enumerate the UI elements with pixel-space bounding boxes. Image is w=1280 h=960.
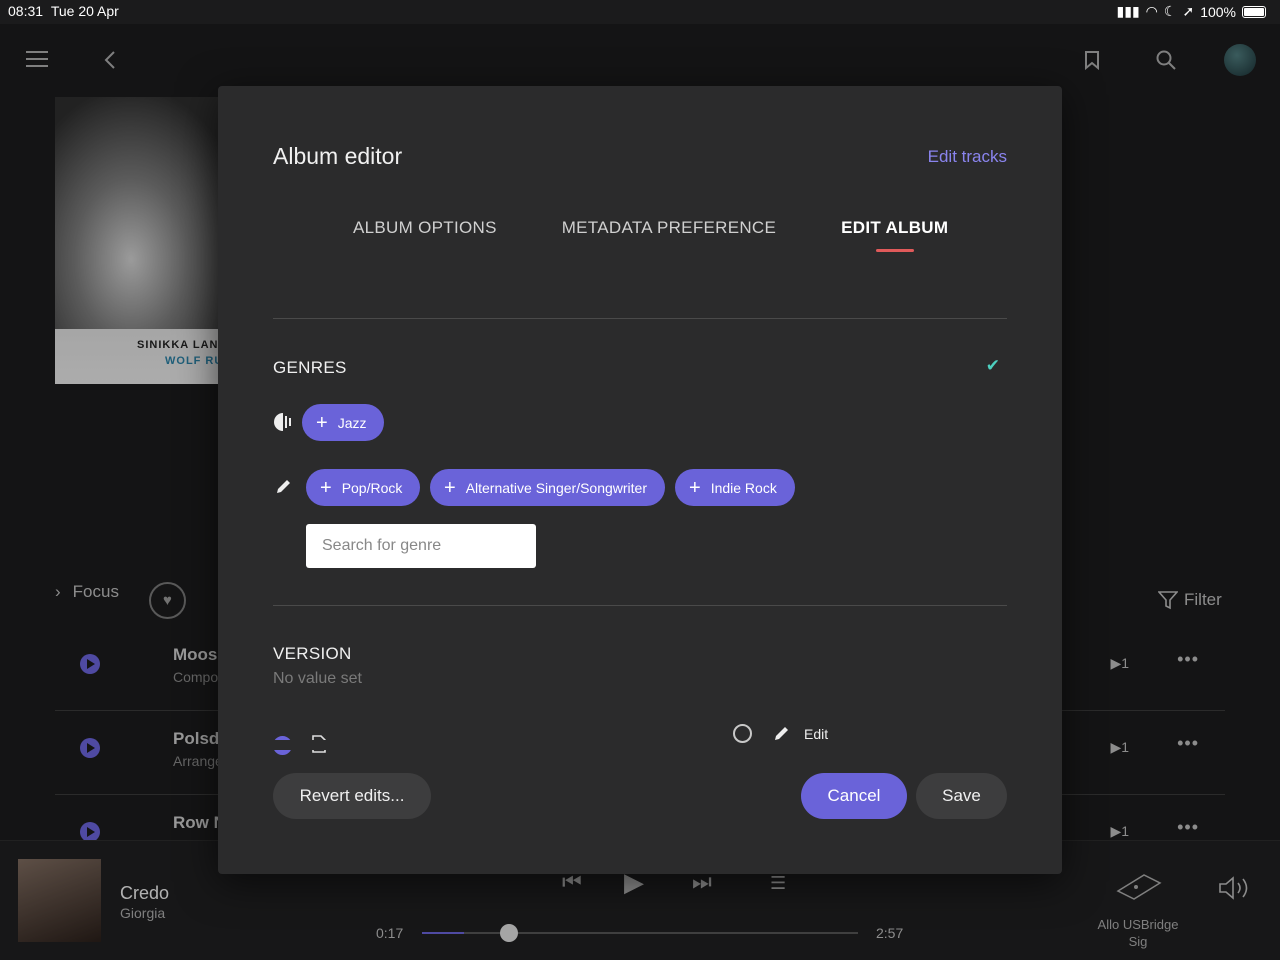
signal-icon: ▮▮▮ bbox=[1116, 3, 1140, 19]
version-value: No value set bbox=[273, 670, 362, 687]
status-right: ▮▮▮ ◠ ☾ ➚ 100% bbox=[1117, 3, 1266, 20]
version-radio-edit[interactable] bbox=[733, 724, 752, 743]
chip-label: Jazz bbox=[337, 414, 367, 431]
status-bar: 08:31 Tue 20 Apr ▮▮▮ ◠ ☾ ➚ 100% bbox=[0, 0, 1280, 24]
cancel-button[interactable]: Cancel bbox=[801, 773, 907, 819]
plus-icon: + bbox=[320, 476, 332, 499]
divider bbox=[273, 605, 1007, 606]
source-data-icon bbox=[273, 412, 293, 437]
location-icon: ➚ bbox=[1182, 3, 1195, 19]
dialog-tabs: ALBUM OPTIONS METADATA PREFERENCE EDIT A… bbox=[353, 218, 948, 252]
chip-label: Alternative Singer/Songwriter bbox=[465, 479, 647, 496]
pencil-icon bbox=[773, 724, 791, 747]
plus-icon: + bbox=[316, 411, 328, 434]
genre-search-input[interactable] bbox=[306, 524, 536, 568]
genre-chip-indie-rock[interactable]: + Indie Rock bbox=[675, 469, 795, 506]
wifi-icon: ◠ bbox=[1145, 3, 1158, 19]
version-option-edit-label[interactable]: Edit bbox=[804, 726, 828, 742]
revert-edits-button[interactable]: Revert edits... bbox=[273, 773, 431, 819]
genre-chip-jazz[interactable]: + Jazz bbox=[302, 404, 385, 441]
tab-edit-album[interactable]: EDIT ALBUM bbox=[841, 218, 948, 252]
edit-tracks-link[interactable]: Edit tracks bbox=[928, 147, 1007, 167]
genre-chip-alternative[interactable]: + Alternative Singer/Songwriter bbox=[430, 469, 665, 506]
battery-icon bbox=[1242, 5, 1266, 18]
album-editor-dialog: Album editor Edit tracks ALBUM OPTIONS M… bbox=[218, 86, 1062, 874]
battery-percent: 100% bbox=[1200, 3, 1236, 20]
plus-icon: + bbox=[444, 476, 456, 499]
status-time: 08:31 Tue 20 Apr bbox=[8, 3, 119, 19]
check-icon[interactable]: ✔ bbox=[986, 356, 1000, 376]
tab-metadata-preference[interactable]: METADATA PREFERENCE bbox=[562, 218, 776, 252]
chip-label: Indie Rock bbox=[710, 479, 777, 496]
dialog-title: Album editor bbox=[273, 143, 403, 169]
genre-chip-pop-rock[interactable]: + Pop/Rock bbox=[306, 469, 421, 506]
moon-icon: ☾ bbox=[1163, 3, 1177, 19]
tab-album-options[interactable]: ALBUM OPTIONS bbox=[353, 218, 497, 252]
pencil-icon bbox=[275, 477, 293, 500]
genres-title: GENRES bbox=[273, 358, 347, 377]
scroll-fade bbox=[218, 740, 1062, 750]
version-title: VERSION bbox=[273, 644, 352, 663]
divider bbox=[273, 318, 1007, 319]
save-button[interactable]: Save bbox=[916, 773, 1007, 819]
plus-icon: + bbox=[689, 476, 701, 499]
chip-label: Pop/Rock bbox=[341, 479, 403, 496]
